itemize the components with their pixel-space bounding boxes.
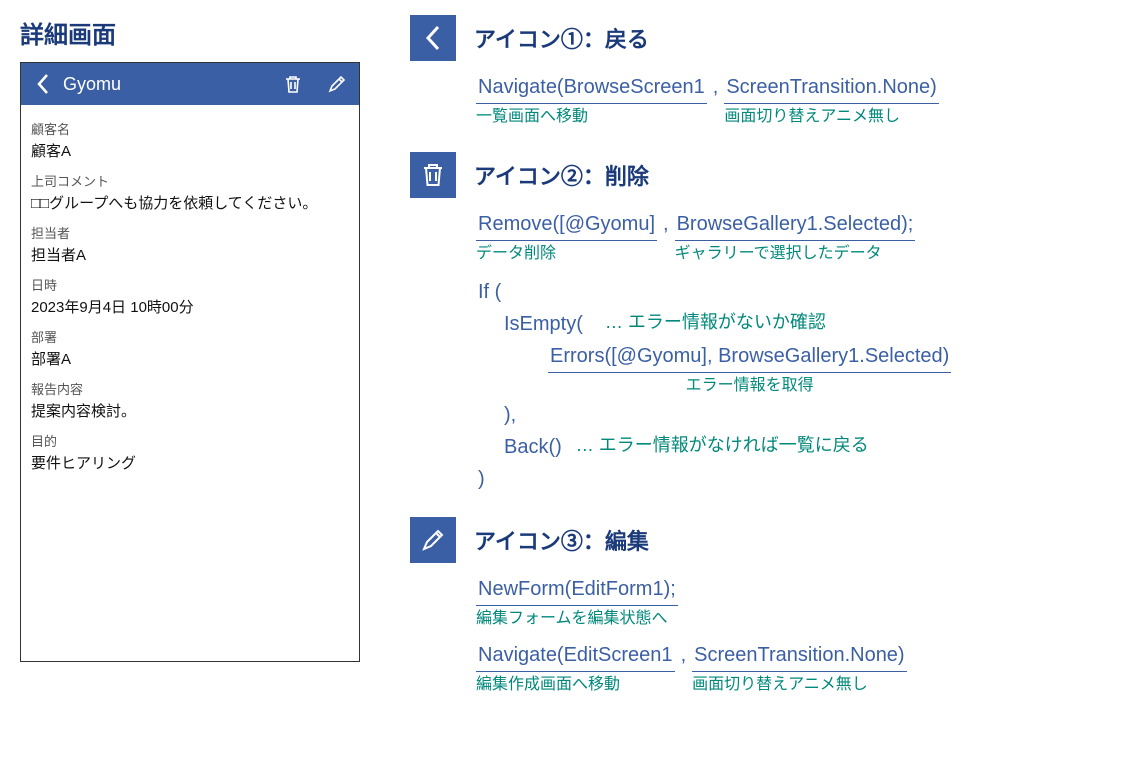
code-if: If ( xyxy=(476,276,503,308)
code-back: Back() xyxy=(502,431,564,463)
field-label: 報告内容 xyxy=(31,379,349,398)
code-navigate: Navigate(BrowseScreen1 xyxy=(476,71,707,104)
section-title-back: アイコン①：戻る xyxy=(474,22,649,54)
note-edit-3: 画面切り替えアニメ無し xyxy=(692,672,868,698)
code-close: ), xyxy=(502,399,518,431)
note-edit-2: 編集作成画面へ移動 xyxy=(476,672,620,698)
note-errors: エラー情報を取得 xyxy=(686,373,814,399)
note-back-1: 一覧画面へ移動 xyxy=(476,104,588,130)
phone-header-title: Gyomu xyxy=(63,74,273,95)
field-label: 上司コメント xyxy=(31,171,349,190)
left-column: 詳細画面 Gyomu 顧客名 顧客A 上司コメント □□グループへも協力を依頼し… xyxy=(20,15,360,767)
code-final-close: ) xyxy=(476,463,487,495)
note-delete-2: ギャラリーで選択したデータ xyxy=(675,241,882,267)
back-icon-box xyxy=(410,15,456,61)
field-value: 提案内容検討。 xyxy=(31,400,349,421)
back-icon[interactable] xyxy=(31,72,55,96)
comma: , xyxy=(661,208,671,240)
note-delete-1: データ削除 xyxy=(476,241,556,267)
page-title: 詳細画面 xyxy=(20,15,360,50)
phone-header: Gyomu xyxy=(21,63,359,105)
note-back: … エラー情報がなければ一覧に戻る xyxy=(576,431,869,460)
field-value: 要件ヒアリング xyxy=(31,452,349,473)
trash-icon[interactable] xyxy=(281,72,305,96)
field-label: 部署 xyxy=(31,327,349,346)
field-label: 顧客名 xyxy=(31,119,349,138)
code-transition-edit: ScreenTransition.None) xyxy=(692,639,906,672)
comma: , xyxy=(679,639,689,671)
field-value: 2023年9月4日 10時00分 xyxy=(31,296,349,317)
comma: , xyxy=(711,71,721,103)
section-delete: アイコン②：削除 Remove([@Gyomu] データ削除 , BrowseG… xyxy=(410,152,1116,495)
code-selected: BrowseGallery1.Selected); xyxy=(675,208,916,241)
field-value: 部署A xyxy=(31,348,349,369)
code-isempty: IsEmpty( xyxy=(502,308,585,340)
edit-icon[interactable] xyxy=(325,72,349,96)
note-back-2: 画面切り替えアニメ無し xyxy=(724,104,900,130)
edit-icon-box xyxy=(410,517,456,563)
field-label: 目的 xyxy=(31,431,349,450)
code-newform: NewForm(EditForm1); xyxy=(476,573,678,606)
field-label: 日時 xyxy=(31,275,349,294)
field-value: 顧客A xyxy=(31,140,349,161)
trash-icon-box xyxy=(410,152,456,198)
code-errors: Errors([@Gyomu], BrowseGallery1.Selected… xyxy=(548,340,951,373)
section-back: アイコン①：戻る Navigate(BrowseScreen1 一覧画面へ移動 … xyxy=(410,15,1116,130)
code-transition: ScreenTransition.None) xyxy=(724,71,938,104)
right-column: アイコン①：戻る Navigate(BrowseScreen1 一覧画面へ移動 … xyxy=(410,15,1116,767)
field-value: 担当者A xyxy=(31,244,349,265)
note-edit-1: 編集フォームを編集状態へ xyxy=(476,606,668,632)
section-title-edit: アイコン③：編集 xyxy=(474,524,649,556)
note-isempty: … エラー情報がないか確認 xyxy=(605,308,826,337)
field-value: □□グループへも協力を依頼してください。 xyxy=(31,192,349,213)
section-edit: アイコン③：編集 NewForm(EditForm1); 編集フォームを編集状態… xyxy=(410,517,1116,698)
code-navigate-edit: Navigate(EditScreen1 xyxy=(476,639,675,672)
detail-body: 顧客名 顧客A 上司コメント □□グループへも協力を依頼してください。 担当者 … xyxy=(21,105,359,483)
field-label: 担当者 xyxy=(31,223,349,242)
code-remove: Remove([@Gyomu] xyxy=(476,208,657,241)
section-title-delete: アイコン②：削除 xyxy=(474,159,649,191)
phone-panel: Gyomu 顧客名 顧客A 上司コメント □□グループへも協力を依頼してください… xyxy=(20,62,360,662)
